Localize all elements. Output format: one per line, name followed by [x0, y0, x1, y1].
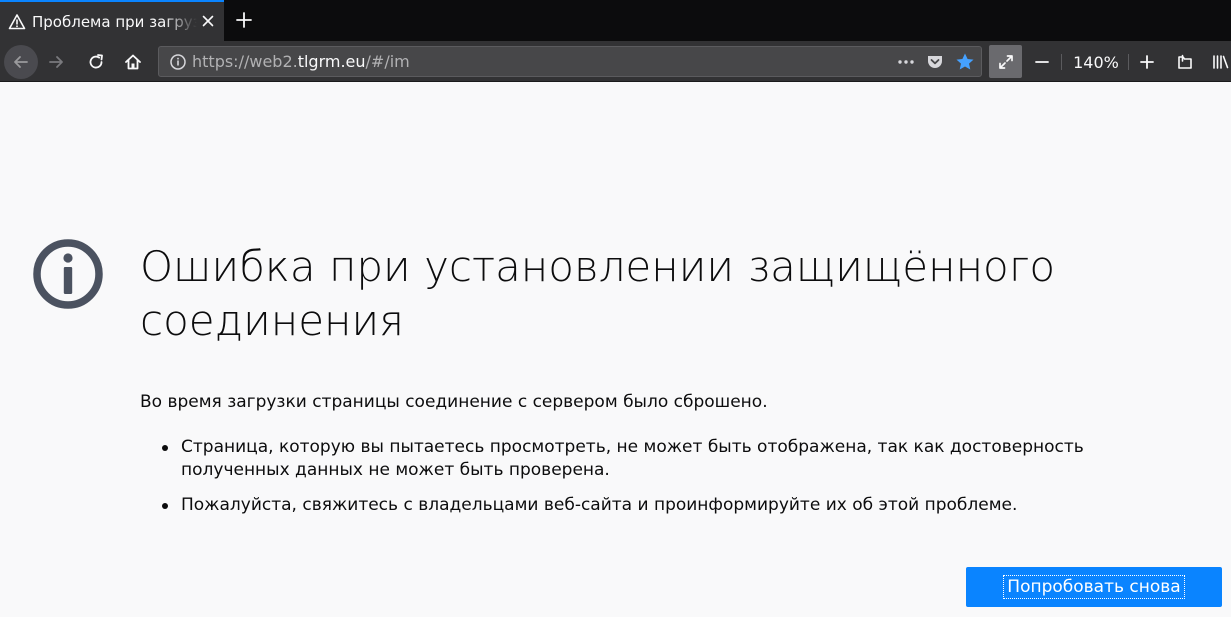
- zoom-level[interactable]: 140%: [1068, 53, 1124, 72]
- url-host: tlgrm.eu: [297, 52, 366, 71]
- navigation-toolbar: https://web2.tlgrm.eu/#/im 140%: [0, 41, 1231, 82]
- pocket-icon[interactable]: [925, 52, 945, 72]
- try-again-button[interactable]: Попробовать снова: [966, 567, 1222, 607]
- error-title: Ошибка при установлении защищённого соед…: [140, 242, 1056, 345]
- arrow-left-icon: [14, 56, 28, 68]
- toolbar-separator: [1061, 54, 1062, 70]
- error-details-list: Страница, которую вы пытаетесь просмотре…: [162, 436, 1191, 529]
- reload-icon: [89, 54, 103, 69]
- expand-icon: [998, 54, 1013, 69]
- list-item: Пожалуйста, свяжитесь с владельцами веб-…: [162, 494, 1191, 517]
- bookmark-star-icon[interactable]: [954, 51, 976, 73]
- try-again-label: Попробовать снова: [1003, 575, 1185, 599]
- active-tab[interactable]: Проблема при загрузке страницы: [0, 0, 224, 41]
- library-button[interactable]: [1208, 50, 1231, 74]
- new-tab-icon[interactable]: [234, 10, 254, 30]
- info-circle-icon: [33, 239, 103, 309]
- error-description: Во время загрузки страницы соединение с …: [140, 392, 768, 412]
- close-icon[interactable]: [200, 13, 216, 29]
- screenshot-button[interactable]: [1173, 50, 1197, 74]
- forward-button[interactable]: [44, 50, 68, 74]
- url-path: /#/im: [365, 52, 410, 71]
- home-icon: [125, 54, 141, 70]
- minus-icon: [1035, 61, 1049, 63]
- library-icon: [1213, 55, 1229, 69]
- list-item: Страница, которую вы пытаетесь просмотре…: [162, 436, 1191, 482]
- url-prefix: https://web2.: [192, 52, 298, 71]
- warning-icon: [8, 13, 26, 31]
- zoom-out-button[interactable]: [1030, 50, 1054, 74]
- page-actions-icon[interactable]: [895, 52, 917, 72]
- home-button[interactable]: [121, 50, 145, 74]
- tab-title: Проблема при загрузке страницы: [32, 12, 197, 31]
- arrow-right-icon: [49, 56, 63, 68]
- url-bar[interactable]: https://web2.tlgrm.eu/#/im: [158, 46, 982, 77]
- zoom-in-button[interactable]: [1135, 50, 1159, 74]
- plus-icon: [1140, 55, 1154, 69]
- screenshot-icon: [1178, 54, 1192, 69]
- tab-strip: Проблема при загрузке страницы: [0, 0, 1231, 41]
- toolbar-separator: [1128, 54, 1129, 70]
- url-text[interactable]: https://web2.tlgrm.eu/#/im: [192, 52, 410, 71]
- site-info-icon[interactable]: [169, 53, 187, 71]
- back-button[interactable]: [4, 45, 38, 79]
- fullscreen-button[interactable]: [989, 45, 1022, 78]
- reload-button[interactable]: [84, 50, 108, 74]
